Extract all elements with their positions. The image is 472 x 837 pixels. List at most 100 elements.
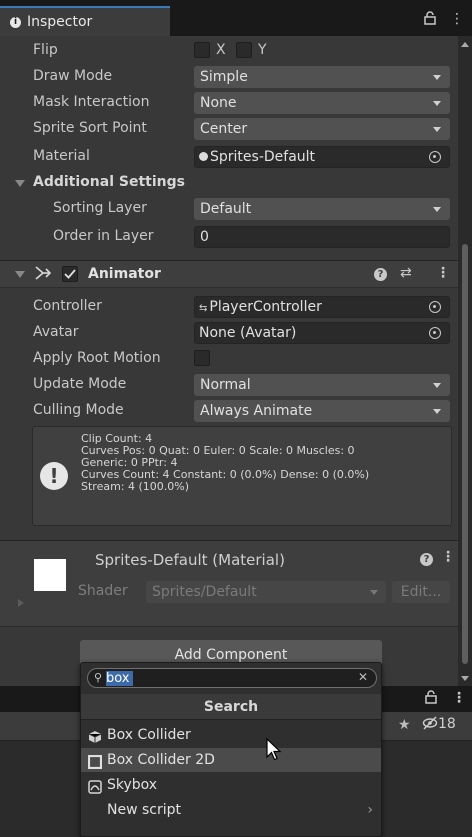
controller-field[interactable]: ⇆ PlayerController — [194, 296, 450, 318]
additional-settings-row[interactable]: Additional Settings — [0, 170, 458, 196]
result-label: New script — [107, 802, 181, 818]
flip-x-checkbox[interactable] — [194, 42, 210, 58]
help-icon[interactable]: ? — [420, 553, 433, 566]
material-preview-name: Sprites-Default (Material) — [95, 551, 285, 569]
clear-search-icon[interactable]: ✕ — [358, 670, 368, 684]
shader-edit-button[interactable]: Edit... — [392, 581, 450, 603]
search-icon: ⚲ — [94, 671, 103, 684]
inspector-tab-label: Inspector — [27, 14, 93, 30]
object-picker-icon[interactable] — [429, 327, 441, 339]
animator-header[interactable]: Animator ? ⇄ ⋮ — [0, 260, 458, 288]
lock-icon[interactable] — [424, 11, 436, 29]
order-in-layer-label: Order in Layer — [53, 228, 154, 244]
animator-info-box: ! Clip Count: 4 Curves Pos: 0 Quat: 0 Eu… — [32, 426, 452, 526]
flip-y-checkbox[interactable] — [236, 42, 252, 58]
scroll-down-icon[interactable] — [461, 676, 469, 681]
result-new-script[interactable]: New script › — [81, 798, 381, 822]
material-preview: Sprites-Default (Material) ? ⋮ Shader Sp… — [0, 540, 458, 626]
sorting-layer-row: Sorting Layer Default — [0, 196, 458, 222]
object-picker-icon[interactable] — [429, 301, 441, 313]
additional-settings-label: Additional Settings — [33, 174, 185, 190]
culling-mode-label: Culling Mode — [33, 402, 124, 418]
box-collider-icon — [88, 728, 102, 743]
kebab-menu-icon[interactable]: ⋮ — [452, 690, 466, 706]
material-value: Sprites-Default — [210, 149, 316, 165]
component-menu-icon[interactable]: ⋮ — [436, 265, 450, 281]
draw-mode-row: Draw Mode Simple — [0, 64, 458, 90]
avatar-label: Avatar — [33, 324, 79, 340]
draw-mode-dropdown[interactable]: Simple — [194, 66, 450, 88]
mask-interaction-row: Mask Interaction None — [0, 90, 458, 116]
add-component-popup: ⚲ ✕ Search Box Collider Box Collider 2D … — [80, 662, 382, 837]
search-results-title: Search — [81, 694, 381, 720]
culling-mode-dropdown[interactable]: Always Animate — [194, 400, 450, 422]
flip-y-label: Y — [258, 42, 267, 58]
foldout-expanded-icon[interactable] — [15, 271, 25, 278]
object-picker-icon[interactable] — [429, 151, 441, 163]
shader-label: Shader — [78, 583, 128, 599]
sprite-sort-point-dropdown[interactable]: Center — [194, 118, 450, 140]
apply-root-motion-row: Apply Root Motion — [0, 346, 458, 372]
culling-mode-row: Culling Mode Always Animate — [0, 398, 458, 424]
order-in-layer-input[interactable]: 0 — [194, 226, 450, 248]
result-label: Box Collider — [107, 727, 191, 743]
animator-component-icon — [34, 265, 52, 285]
animator-title: Animator — [88, 266, 161, 282]
result-label: Skybox — [107, 777, 158, 793]
material-label: Material — [33, 148, 90, 164]
skybox-icon — [88, 778, 102, 794]
result-label: Box Collider 2D — [107, 752, 215, 768]
sorting-layer-label: Sorting Layer — [53, 200, 147, 216]
scrollbar-thumb[interactable] — [462, 244, 468, 664]
add-component-label: Add Component — [174, 647, 288, 663]
material-swatch — [34, 559, 66, 591]
kebab-menu-icon[interactable]: ⋮ — [450, 11, 464, 29]
help-icon[interactable]: ? — [374, 268, 387, 281]
order-in-layer-row: Order in Layer 0 — [0, 224, 458, 250]
sprite-sort-point-row: Sprite Sort Point Center — [0, 116, 458, 142]
sprite-sort-point-label: Sprite Sort Point — [33, 120, 147, 136]
mask-interaction-label: Mask Interaction — [33, 94, 150, 110]
favorite-star-icon[interactable]: ★ — [398, 717, 411, 733]
foldout-expanded-icon[interactable] — [15, 180, 25, 187]
apply-root-motion-label: Apply Root Motion — [33, 350, 161, 366]
animator-enabled-checkbox[interactable] — [62, 266, 78, 282]
chevron-right-icon: › — [367, 802, 373, 818]
scroll-up-icon[interactable] — [461, 42, 469, 47]
material-foldout-icon[interactable] — [18, 599, 24, 607]
mouse-cursor-icon — [266, 737, 282, 766]
draw-mode-label: Draw Mode — [33, 68, 113, 84]
hidden-visibility-icon[interactable]: 18 — [422, 716, 456, 732]
inspector-tabbar: i Inspector ⋮ — [0, 0, 472, 36]
material-field[interactable]: Sprites-Default — [194, 146, 450, 168]
mask-interaction-dropdown[interactable]: None — [194, 92, 450, 114]
material-icon — [199, 152, 208, 161]
avatar-value: None (Avatar) — [199, 325, 297, 341]
inspector-scrollbar[interactable] — [458, 36, 472, 686]
inspector-tab[interactable]: i Inspector — [0, 6, 170, 36]
lock-icon[interactable] — [425, 690, 437, 708]
controller-row: Controller ⇆ PlayerController — [0, 294, 458, 320]
sorting-layer-dropdown[interactable]: Default — [194, 198, 450, 220]
material-menu-icon[interactable]: ⋮ — [441, 549, 455, 565]
avatar-field[interactable]: None (Avatar) — [194, 322, 450, 344]
component-search-field[interactable]: ⚲ ✕ — [87, 668, 377, 688]
controller-value: PlayerController — [209, 299, 322, 315]
divider — [0, 626, 458, 627]
box-collider-2d-icon — [87, 753, 103, 770]
update-mode-row: Update Mode Normal — [0, 372, 458, 398]
inspector-panel: Flip X Y Draw Mode Simple Mask Interacti… — [0, 36, 458, 686]
info-icon: i — [10, 16, 21, 28]
apply-root-motion-checkbox[interactable] — [194, 350, 210, 366]
component-search-input[interactable] — [106, 670, 346, 686]
result-box-collider[interactable]: Box Collider — [81, 723, 381, 747]
presets-icon[interactable]: ⇄ — [400, 265, 412, 281]
animator-info-text: Clip Count: 4 Curves Pos: 0 Quat: 0 Eule… — [81, 432, 370, 493]
animator-controller-icon: ⇆ — [199, 303, 208, 314]
shader-dropdown[interactable]: Sprites/Default — [146, 581, 386, 603]
avatar-row: Avatar None (Avatar) — [0, 320, 458, 346]
result-skybox[interactable]: Skybox — [81, 773, 381, 797]
update-mode-dropdown[interactable]: Normal — [194, 374, 450, 396]
visibility-count: 18 — [438, 716, 456, 732]
result-box-collider-2d[interactable]: Box Collider 2D — [81, 748, 381, 772]
